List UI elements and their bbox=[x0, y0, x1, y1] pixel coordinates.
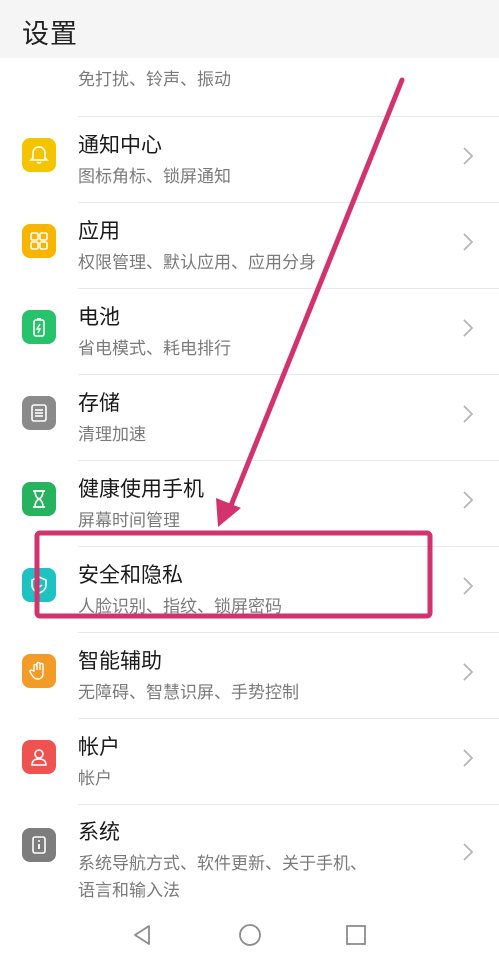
user-icon bbox=[22, 740, 56, 774]
hand-icon bbox=[22, 654, 56, 688]
chevron-right-icon bbox=[463, 233, 474, 251]
settings-item-subtitle: 屏幕时间管理 bbox=[78, 511, 180, 531]
settings-item-title: 通知中心 bbox=[78, 133, 162, 157]
settings-item-apps[interactable]: 应用 权限管理、默认应用、应用分身 bbox=[0, 203, 499, 289]
settings-item-subtitle: 人脸识别、指纹、锁屏密码 bbox=[78, 597, 282, 617]
settings-item-sound[interactable]: 免打扰、铃声、振动 bbox=[0, 58, 499, 117]
settings-item-subtitle: 无障碍、智慧识屏、手势控制 bbox=[78, 683, 299, 703]
settings-item-subtitle: 帐户 bbox=[78, 769, 112, 789]
chevron-right-icon bbox=[463, 663, 474, 681]
settings-item-security-privacy[interactable]: 安全和隐私 人脸识别、指纹、锁屏密码 bbox=[0, 547, 499, 633]
chevron-right-icon bbox=[463, 405, 474, 423]
chevron-right-icon bbox=[463, 319, 474, 337]
storage-icon bbox=[22, 396, 56, 430]
chevron-right-icon bbox=[463, 147, 474, 165]
settings-item-title: 存储 bbox=[78, 391, 120, 415]
settings-item-title: 智能辅助 bbox=[78, 649, 162, 673]
chevron-right-icon bbox=[463, 491, 474, 509]
recents-icon[interactable] bbox=[340, 919, 372, 951]
battery-icon bbox=[22, 310, 56, 344]
chevron-right-icon bbox=[463, 843, 474, 861]
bell-icon bbox=[22, 138, 56, 172]
settings-item-title: 健康使用手机 bbox=[78, 477, 204, 501]
settings-item-subtitle: 权限管理、默认应用、应用分身 bbox=[78, 253, 316, 273]
settings-item-notification-center[interactable]: 通知中心 图标角标、锁屏通知 bbox=[0, 117, 499, 203]
settings-item-title: 系统 bbox=[78, 820, 120, 844]
settings-item-storage[interactable]: 存储 清理加速 bbox=[0, 375, 499, 461]
settings-item-digital-balance[interactable]: 健康使用手机 屏幕时间管理 bbox=[0, 461, 499, 547]
chevron-right-icon bbox=[463, 577, 474, 595]
settings-item-smart-assistance[interactable]: 智能辅助 无障碍、智慧识屏、手势控制 bbox=[0, 633, 499, 719]
settings-item-title: 电池 bbox=[78, 305, 120, 329]
settings-item-subtitle: 图标角标、锁屏通知 bbox=[78, 167, 231, 187]
settings-item-title: 应用 bbox=[78, 219, 120, 243]
app-header: 设置 bbox=[0, 0, 499, 58]
hourglass-icon bbox=[22, 482, 56, 516]
home-icon[interactable] bbox=[234, 919, 266, 951]
navigation-bar bbox=[0, 910, 499, 960]
info-icon bbox=[22, 828, 56, 862]
settings-item-subtitle: 清理加速 bbox=[78, 425, 146, 445]
settings-item-system[interactable]: 系统 系统导航方式、软件更新、关于手机、 语言和输入法 bbox=[0, 805, 499, 910]
grid-icon bbox=[22, 224, 56, 258]
settings-item-subtitle: 系统导航方式、软件更新、关于手机、 bbox=[78, 854, 367, 874]
back-icon[interactable] bbox=[127, 919, 159, 951]
settings-list: 免打扰、铃声、振动 通知中心 图标角标、锁屏通知 应用 权限管理、默认应用、应用… bbox=[0, 58, 499, 910]
settings-item-title: 帐户 bbox=[78, 735, 120, 759]
shield-icon bbox=[22, 568, 56, 602]
chevron-right-icon bbox=[463, 749, 474, 767]
settings-item-subtitle-line2: 语言和输入法 bbox=[78, 881, 180, 901]
settings-item-subtitle: 省电模式、耗电排行 bbox=[78, 339, 231, 359]
settings-item-battery[interactable]: 电池 省电模式、耗电排行 bbox=[0, 289, 499, 375]
settings-item-title: 安全和隐私 bbox=[78, 563, 183, 587]
settings-item-subtitle: 免打扰、铃声、振动 bbox=[78, 70, 231, 90]
settings-item-account[interactable]: 帐户 帐户 bbox=[0, 719, 499, 805]
page-title: 设置 bbox=[22, 19, 78, 50]
